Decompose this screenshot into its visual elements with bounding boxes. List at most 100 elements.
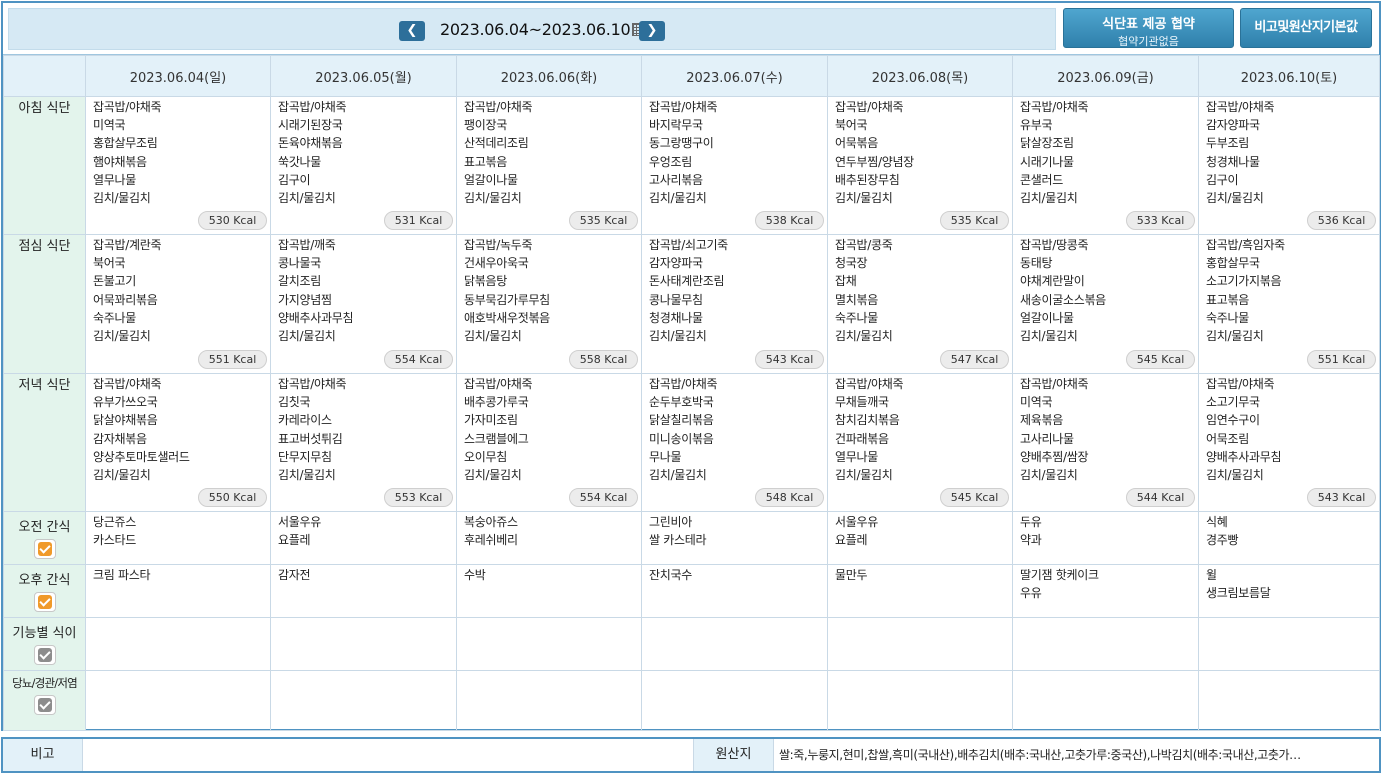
am-snack-cell[interactable]: 두유 약과 [1012, 511, 1199, 565]
menu-item: 잡곡밥/야채죽 [464, 377, 533, 391]
functional-diet-cell[interactable] [270, 617, 457, 671]
am-snack-cell[interactable]: 당근쥬스 카스타드 [85, 511, 271, 565]
menu-item: 어묵꽈리볶음 [93, 292, 158, 307]
remark-input[interactable] [84, 739, 693, 771]
menu-item: 수박 [464, 568, 486, 582]
am-snack-cell[interactable]: 식혜 경주빵 [1198, 511, 1380, 565]
breakfast-cell[interactable]: 잡곡밥/야채죽 팽이장국 산적데리조림 표고볶음 얼갈이나물 김치/물김치 535 Kcal [456, 96, 642, 235]
menu-item: 닭살장조림 [1020, 136, 1074, 151]
menu-item: 당근쥬스 [93, 515, 136, 529]
next-week-button[interactable]: ❯ [639, 21, 665, 41]
menu-item: 잡곡밥/야채죽 [835, 100, 904, 114]
diabetes-diet-cell[interactable] [85, 670, 271, 731]
am-snack-checkbox[interactable] [33, 539, 56, 559]
menu-item: 얼갈이나물 [464, 172, 518, 187]
menu-item: 잡곡밥/야채죽 [649, 377, 718, 391]
functional-diet-cell[interactable] [85, 617, 271, 671]
breakfast-cell[interactable]: 잡곡밥/야채죽 감자양파국 두부조림 청경채나물 김구이 김치/물김치 536 Kcal [1198, 96, 1380, 235]
breakfast-row: 아침 식단 잡곡밥/야채죽 미역국 홍합살무조림 햄야채볶음 열무나물 김치/물김치 530… [3, 96, 1380, 235]
menu-item: 김구이 [1206, 172, 1239, 187]
am-snack-cell[interactable]: 그린비아 쌀 카스테라 [641, 511, 828, 565]
menu-item: 잡곡밥/야채죽 [93, 377, 162, 391]
calorie-badge: 548 Kcal [755, 488, 824, 507]
pm-snack-checkbox[interactable] [33, 592, 56, 612]
calorie-badge: 545 Kcal [940, 488, 1009, 507]
meal-agreement-button[interactable]: 식단표 제공 협약 협약기관없음 [1063, 8, 1234, 48]
breakfast-cell[interactable]: 잡곡밥/야채죽 북어국 어묵볶음 연두부찜/양념장 배추된장무침 김치/물김치 535 Kc… [827, 96, 1013, 235]
lunch-cell[interactable]: 잡곡밥/흑임자죽 홍합살무국 소고기가지볶음 표고볶음 숙주나물 김치/물김치 551 Kc… [1198, 234, 1380, 374]
menu-item: 콩나물무침 [649, 292, 703, 307]
origin-default-button[interactable]: 비고및원산지기본값 [1240, 8, 1372, 48]
lunch-cell[interactable]: 잡곡밥/콩죽 청국장 잡채 멸치볶음 숙주나물 김치/물김치 547 Kcal [827, 234, 1013, 374]
menu-item: 숙주나물 [835, 310, 878, 325]
functional-diet-checkbox[interactable] [33, 645, 56, 665]
lunch-row-label: 점심 식단 [3, 234, 86, 374]
pm-snack-cell[interactable]: 딸기잼 핫케이크 우유 [1012, 564, 1199, 618]
menu-item: 건파래볶음 [835, 431, 889, 446]
pm-snack-cell[interactable]: 잔치국수 [641, 564, 828, 618]
lunch-row: 점심 식단 잡곡밥/계란죽 북어국 돈불고기 어묵꽈리볶음 숙주나물 김치/물김치 551 … [3, 234, 1380, 374]
menu-item: 열무나물 [93, 172, 136, 187]
breakfast-cell[interactable]: 잡곡밥/야채죽 유부국 닭살장조림 시래기나물 콘샐러드 김치/물김치 533 Kcal [1012, 96, 1199, 235]
diabetes-diet-cell[interactable] [456, 670, 642, 731]
lunch-cell[interactable]: 잡곡밥/땅콩죽 동태탕 야채계란말이 새송이굴소스볶음 얼갈이나물 김치/물김치 545 K… [1012, 234, 1199, 374]
dinner-cell[interactable]: 잡곡밥/야채죽 김칫국 카레라이스 표고버섯튀김 단무지무침 김치/물김치 553 Kcal [270, 373, 457, 512]
am-snack-cell[interactable]: 서울우유 요플레 [270, 511, 457, 565]
menu-item: 서울우유 [278, 515, 321, 529]
functional-diet-cell[interactable] [1198, 617, 1380, 671]
menu-item: 잡곡밥/땅콩죽 [1020, 238, 1089, 252]
lunch-cell[interactable]: 잡곡밥/쇠고기죽 감자양파국 돈사태계란조림 콩나물무침 청경채나물 김치/물김치 543 … [641, 234, 828, 374]
menu-item: 잡곡밥/콩죽 [835, 238, 893, 252]
menu-item: 물만두 [835, 568, 868, 582]
dinner-cell[interactable]: 잡곡밥/야채죽 순두부호박국 닭살칠리볶음 미니송이볶음 무나물 김치/물김치 548 Kc… [641, 373, 828, 512]
menu-item: 양배추사과무침 [278, 310, 354, 325]
dinner-cell[interactable]: 잡곡밥/야채죽 소고기무국 임연수구이 어묵조림 양배추사과무침 김치/물김치 543 Kc… [1198, 373, 1380, 512]
menu-item: 김치/물김치 [464, 468, 522, 483]
origin-text[interactable]: 쌀:죽,누룽지,현미,찹쌀,흑미(국내산),배추김치(배추:국내산,고춧가루:중… [779, 739, 1379, 771]
pm-snack-cell[interactable]: 수박 [456, 564, 642, 618]
dinner-cell[interactable]: 잡곡밥/야채죽 미역국 제육볶음 고사리나물 양배추찜/쌈장 김치/물김치 544 Kcal [1012, 373, 1199, 512]
lunch-cell[interactable]: 잡곡밥/계란죽 북어국 돈불고기 어묵꽈리볶음 숙주나물 김치/물김치 551 Kcal [85, 234, 271, 374]
breakfast-cell[interactable]: 잡곡밥/야채죽 시래기된장국 돈육야채볶음 쑥갓나물 김구이 김치/물김치 531 Kcal [270, 96, 457, 235]
functional-diet-cell[interactable] [827, 617, 1013, 671]
menu-item: 양배추사과무침 [1206, 449, 1282, 464]
menu-item: 배추된장무침 [835, 172, 900, 187]
agreement-sub-label: 협약기관없음 [1118, 35, 1179, 48]
menu-item: 미역국 [1020, 395, 1053, 410]
dinner-cell[interactable]: 잡곡밥/야채죽 무채들깨국 참치김치볶음 건파래볶음 열무나물 김치/물김치 545 Kca… [827, 373, 1013, 512]
menu-item: 유부가쓰오국 [93, 395, 158, 410]
am-snack-cell[interactable]: 복숭아쥬스 후레쉬베리 [456, 511, 642, 565]
prev-week-button[interactable]: ❮ [399, 21, 425, 41]
menu-item: 순두부호박국 [649, 395, 714, 410]
diabetes-diet-cell[interactable] [1012, 670, 1199, 731]
breakfast-cell[interactable]: 잡곡밥/야채죽 바지락무국 동그랑땡구이 우엉조림 고사리볶음 김치/물김치 538 Kca… [641, 96, 828, 235]
menu-item: 서울우유 [835, 515, 878, 529]
menu-item: 무채들깨국 [835, 395, 889, 410]
date-range-display[interactable]: 2023.06.04~2023.06.10 [440, 20, 647, 39]
dinner-cell[interactable]: 잡곡밥/야채죽 배추콩가루국 가자미조림 스크램블에그 오이무침 김치/물김치 554 Kc… [456, 373, 642, 512]
menu-item: 생크림보름달 [1206, 586, 1271, 601]
pm-snack-cell[interactable]: 윌 생크림보름달 [1198, 564, 1380, 618]
dinner-cell[interactable]: 잡곡밥/야채죽 유부가쓰오국 닭살야채볶음 감자채볶음 양상추토마토샐러드 김치/물김치 5… [85, 373, 271, 512]
calorie-badge: 545 Kcal [1126, 350, 1195, 369]
pm-snack-cell[interactable]: 크림 파스타 [85, 564, 271, 618]
week-navigator: ❮ 2023.06.04~2023.06.10 ❯ [8, 8, 1056, 50]
diabetes-diet-cell[interactable] [270, 670, 457, 731]
menu-item: 가지양념찜 [278, 292, 332, 307]
menu-item: 배추콩가루국 [464, 395, 529, 410]
functional-diet-cell[interactable] [1012, 617, 1199, 671]
menu-item: 잡곡밥/야채죽 [1206, 377, 1275, 391]
pm-snack-cell[interactable]: 감자전 [270, 564, 457, 618]
lunch-cell[interactable]: 잡곡밥/깨죽 콩나물국 갈치조림 가지양념찜 양배추사과무침 김치/물김치 554 Kcal [270, 234, 457, 374]
diabetes-diet-cell[interactable] [827, 670, 1013, 731]
functional-diet-cell[interactable] [641, 617, 828, 671]
lunch-cell[interactable]: 잡곡밥/녹두죽 건새우아욱국 닭볶음탕 동부묵김가루무침 애호박새우젓볶음 김치/물김치 5… [456, 234, 642, 374]
diabetes-diet-cell[interactable] [1198, 670, 1380, 731]
remark-label: 비고 [3, 739, 83, 771]
pm-snack-cell[interactable]: 물만두 [827, 564, 1013, 618]
am-snack-cell[interactable]: 서울우유 요플레 [827, 511, 1013, 565]
breakfast-cell[interactable]: 잡곡밥/야채죽 미역국 홍합살무조림 햄야채볶음 열무나물 김치/물김치 530 Kcal [85, 96, 271, 235]
diabetes-diet-cell[interactable] [641, 670, 828, 731]
functional-diet-cell[interactable] [456, 617, 642, 671]
diabetes-diet-checkbox[interactable] [33, 695, 56, 715]
